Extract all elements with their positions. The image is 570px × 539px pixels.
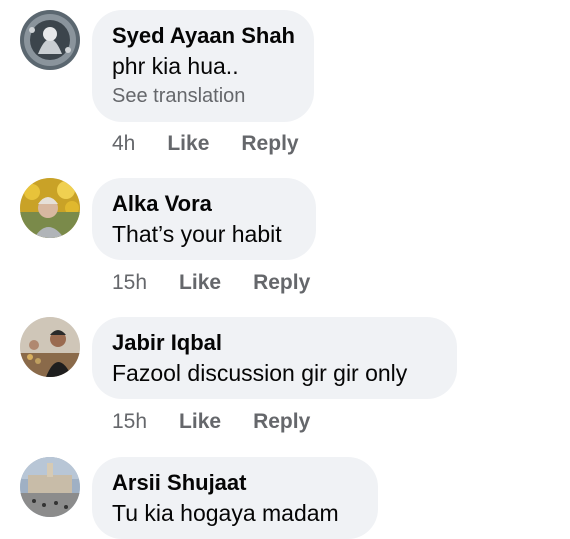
avatar[interactable] xyxy=(20,317,80,377)
like-button[interactable]: Like xyxy=(179,271,221,295)
reply-button[interactable]: Reply xyxy=(241,132,298,156)
comment-time[interactable]: 4h xyxy=(112,132,135,156)
comment-bubble: Jabir Iqbal Fazool discussion gir gir on… xyxy=(92,317,457,399)
comment-author[interactable]: Arsii Shujaat xyxy=(112,469,358,497)
comment-bubble: Alka Vora That’s your habit xyxy=(92,178,316,260)
avatar-image xyxy=(20,178,80,238)
comment-time[interactable]: 15h xyxy=(112,410,147,434)
comment-text: That’s your habit xyxy=(112,221,282,247)
like-button[interactable]: Like xyxy=(179,410,221,434)
see-translation-link[interactable]: See translation xyxy=(112,82,294,110)
comment-text: Fazool discussion gir gir only xyxy=(112,360,408,386)
reply-button[interactable]: Reply xyxy=(253,410,310,434)
comment-text: phr kia hua.. xyxy=(112,53,239,79)
avatar-image xyxy=(20,317,80,377)
avatar[interactable] xyxy=(20,178,80,238)
comment-actions: 15h Like Reply xyxy=(112,271,342,295)
comment-author[interactable]: Alka Vora xyxy=(112,190,296,218)
comment-actions: 4h Like Reply xyxy=(112,132,331,156)
comment-text: Tu kia hogaya madam xyxy=(112,500,339,526)
avatar[interactable] xyxy=(20,457,80,517)
avatar[interactable] xyxy=(20,10,80,70)
avatar-image xyxy=(20,10,80,70)
comment-bubble: Arsii Shujaat Tu kia hogaya madam xyxy=(92,457,378,539)
avatar-image xyxy=(20,457,80,517)
comment-bubble: Syed Ayaan Shah phr kia hua.. See transl… xyxy=(92,10,314,122)
reply-button[interactable]: Reply xyxy=(253,271,310,295)
comment-author[interactable]: Syed Ayaan Shah xyxy=(112,22,295,50)
comment-author[interactable]: Jabir Iqbal xyxy=(112,329,437,357)
comment-time[interactable]: 15h xyxy=(112,271,147,295)
like-button[interactable]: Like xyxy=(167,132,209,156)
comment-actions: 15h Like Reply xyxy=(112,410,342,434)
